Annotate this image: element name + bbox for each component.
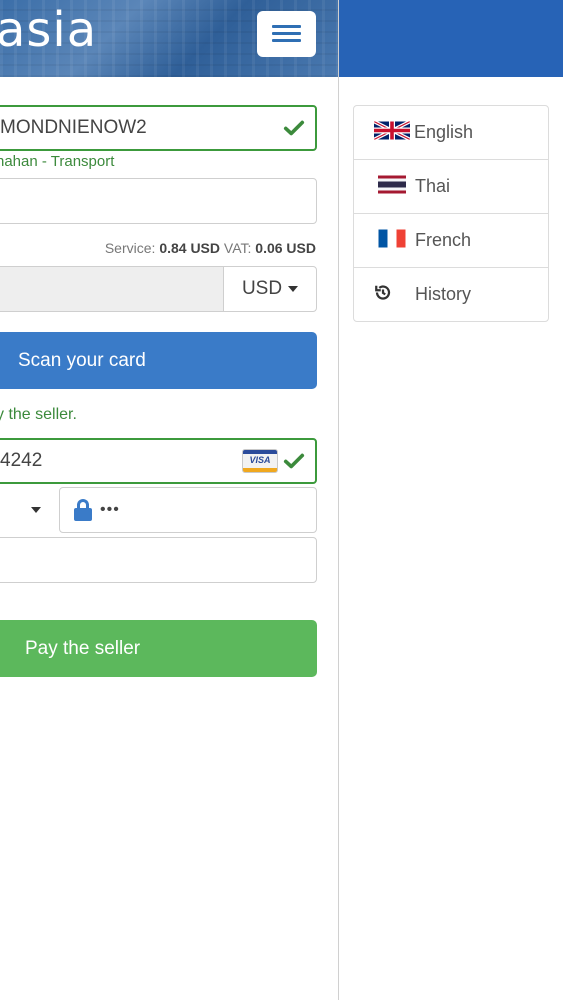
scan-card-button[interactable]: Scan your card	[0, 332, 317, 389]
seller-code-input[interactable]: MONDNIENOW2	[0, 105, 317, 151]
menu-item-thai[interactable]: Thai	[354, 160, 548, 214]
panel-divider	[338, 0, 339, 1000]
cvv-value: •••	[100, 501, 120, 518]
brand-logo: asia	[0, 2, 98, 58]
menu-item-english[interactable]: English	[354, 106, 548, 160]
menu-bar-icon	[272, 25, 301, 28]
card-number-input[interactable]: 4242 VISA	[0, 438, 317, 484]
french-flag-icon	[378, 229, 406, 252]
menu-item-label: History	[415, 284, 472, 304]
lock-icon	[74, 499, 92, 521]
side-panel-header	[339, 0, 563, 77]
seller-code-value: MONDNIENOW2	[0, 117, 147, 138]
cvv-input[interactable]: •••	[59, 487, 317, 533]
menu-bar-icon	[272, 32, 301, 35]
menu-item-french[interactable]: French	[354, 214, 548, 268]
expiry-dropdown[interactable]	[0, 487, 54, 533]
caret-down-icon	[288, 286, 299, 292]
currency-dropdown[interactable]: USD	[223, 266, 317, 312]
email-input[interactable]	[0, 537, 317, 583]
currency-value: USD	[241, 278, 283, 299]
fees-line: Service: 0.84 USD VAT: 0.06 USD	[105, 240, 316, 256]
hamburger-menu-button[interactable]	[257, 11, 316, 57]
pay-seller-label: Pay the seller	[25, 637, 141, 659]
amount-input[interactable]	[0, 266, 224, 312]
scan-card-label: Scan your card	[18, 349, 146, 371]
main-page: asia MONDNIENOW2 nahan - Transport Servi…	[0, 0, 338, 1000]
vat-label: VAT:	[223, 240, 252, 256]
valid-check-icon	[283, 450, 305, 472]
description-input[interactable]	[0, 178, 317, 224]
menu-item-history[interactable]: History	[354, 268, 548, 321]
thai-flag-icon	[378, 175, 406, 198]
pay-seller-button[interactable]: Pay the seller	[0, 620, 317, 677]
visa-card-icon: VISA	[242, 449, 278, 473]
caret-down-icon	[31, 507, 41, 513]
visa-label: VISA	[249, 455, 271, 465]
amount-group: USD	[0, 266, 317, 312]
info-text: y the seller.	[0, 406, 77, 423]
menu-item-label: Thai	[415, 176, 451, 196]
service-value: 0.84 USD	[159, 240, 221, 256]
menu-bar-icon	[272, 39, 301, 42]
uk-flag-icon	[373, 119, 411, 144]
header-banner: asia	[0, 0, 338, 77]
menu-item-label: French	[415, 230, 472, 250]
service-label: Service:	[104, 240, 156, 256]
history-icon	[374, 283, 392, 306]
menu-item-label: English	[414, 122, 474, 142]
card-number-value: 4242	[0, 450, 43, 471]
side-menu-list: English Thai French History	[353, 105, 549, 322]
seller-name-hint: nahan - Transport	[0, 153, 115, 170]
vat-value: 0.06 USD	[255, 240, 316, 256]
valid-check-icon	[283, 117, 305, 139]
